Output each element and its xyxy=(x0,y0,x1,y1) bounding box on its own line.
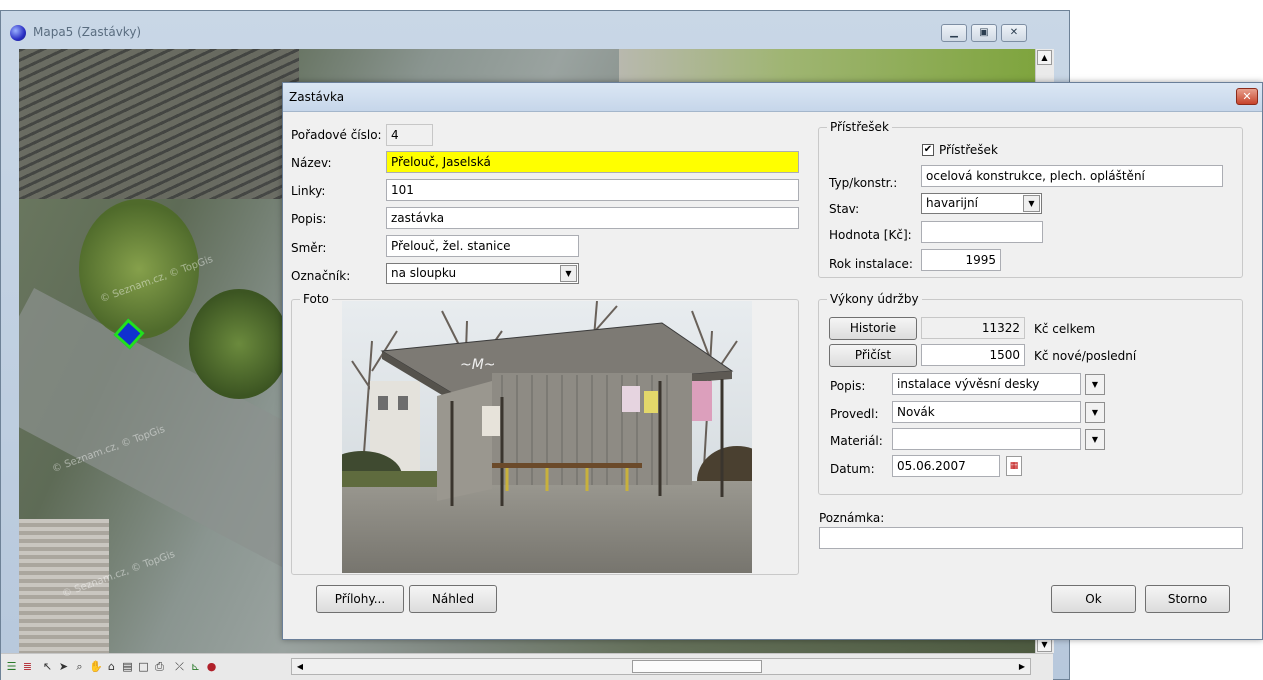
globe-app-icon xyxy=(10,25,26,41)
datum-field[interactable]: 05.06.2007 xyxy=(892,455,1000,477)
stav-select[interactable]: havarijní ▼ xyxy=(921,193,1042,214)
pan-hand-icon[interactable]: ✋ xyxy=(89,660,103,673)
poznamka-label: Poznámka: xyxy=(819,511,885,525)
dialog-titlebar[interactable]: Zastávka ✕ xyxy=(283,83,1262,112)
prilohy-button[interactable]: Přílohy... xyxy=(316,585,404,613)
udrzba-popis-label: Popis: xyxy=(830,379,866,393)
smer-field[interactable]: Přelouč, žel. stanice xyxy=(386,235,579,257)
pricist-button[interactable]: Přičíst xyxy=(829,344,917,367)
chevron-down-icon[interactable]: ▼ xyxy=(1085,402,1105,423)
bus-shelter-photo-image: ~M~ xyxy=(342,301,752,573)
material-label: Materiál: xyxy=(830,434,883,448)
oznacnik-select-value: na sloupku xyxy=(391,266,457,280)
datum-label: Datum: xyxy=(830,462,875,476)
chevron-down-icon[interactable]: ▼ xyxy=(1023,195,1040,212)
ok-button[interactable]: Ok xyxy=(1051,585,1136,613)
stav-label: Stav: xyxy=(829,202,860,216)
zoom-icon[interactable]: ⌕ xyxy=(73,660,86,673)
map-titlebar[interactable]: Mapa5 (Zastávky) ▁ ▣ ✕ xyxy=(1,11,1069,49)
map-horizontal-scrollbar[interactable]: ◀ ▶ xyxy=(291,658,1031,675)
popis-field[interactable]: zastávka xyxy=(386,207,799,229)
material-field[interactable] xyxy=(892,428,1081,450)
maximize-button[interactable]: ▣ xyxy=(971,24,997,42)
nazev-label: Název: xyxy=(291,156,332,170)
historie-unit-label: Kč celkem xyxy=(1034,322,1096,336)
marker-tool-icon[interactable]: ● xyxy=(205,660,218,673)
poradove-cislo-field: 4 xyxy=(386,124,433,146)
rok-instalace-field[interactable]: 1995 xyxy=(921,249,1001,271)
popis-label: Popis: xyxy=(291,212,327,226)
typ-label: Typ/konstr.: xyxy=(829,176,898,190)
pointer-icon[interactable]: ➤ xyxy=(57,660,70,673)
foto-legend: Foto xyxy=(300,292,332,306)
scroll-left-arrow-icon[interactable]: ◀ xyxy=(293,660,307,673)
dialog-close-button[interactable]: ✕ xyxy=(1236,88,1258,105)
nazev-field[interactable]: Přelouč, Jaselská xyxy=(386,151,799,173)
oznacnik-label: Označník: xyxy=(291,269,351,283)
pricist-unit-label: Kč nové/poslední xyxy=(1034,349,1137,363)
zastavka-dialog: Zastávka ✕ Pořadové číslo: 4 Název: Přel… xyxy=(282,82,1263,640)
poradove-cislo-label: Pořadové číslo: xyxy=(291,128,382,142)
smer-label: Směr: xyxy=(291,241,327,255)
rok-instalace-label: Rok instalace: xyxy=(829,257,913,271)
oznacnik-select[interactable]: na sloupku ▼ xyxy=(386,263,579,284)
linky-label: Linky: xyxy=(291,184,326,198)
chevron-down-icon[interactable]: ▼ xyxy=(1085,374,1105,395)
stav-select-value: havarijní xyxy=(926,196,978,210)
pristresek-checkbox-label: Přístřešek xyxy=(939,143,998,157)
map-window-title: Mapa5 (Zastávky) xyxy=(33,25,142,39)
hodnota-field[interactable] xyxy=(921,221,1043,243)
map-railway xyxy=(19,49,299,199)
label-tool-icon[interactable]: ⌂ xyxy=(105,660,118,673)
scroll-right-arrow-icon[interactable]: ▶ xyxy=(1015,660,1029,673)
scroll-up-arrow-icon[interactable]: ▲ xyxy=(1037,50,1052,65)
provedl-label: Provedl: xyxy=(830,407,879,421)
scroll-thumb[interactable] xyxy=(632,660,762,673)
bus-shelter-photo: ~M~ xyxy=(342,301,752,573)
select-arrow-icon[interactable]: ↖ xyxy=(41,660,54,673)
svg-text:~M~: ~M~ xyxy=(460,357,496,373)
hodnota-label: Hodnota [Kč]: xyxy=(829,228,912,242)
info-tool-icon[interactable]: ▤ xyxy=(121,660,134,673)
map-trees xyxy=(189,289,289,399)
linky-field[interactable]: 101 xyxy=(386,179,799,201)
map-grass-area xyxy=(619,49,1035,84)
minimize-button[interactable]: ▁ xyxy=(941,24,967,42)
udrzba-popis-field[interactable]: instalace vývěsní desky xyxy=(892,373,1081,395)
pristresek-checkbox[interactable]: ✔ xyxy=(922,144,934,156)
poznamka-field[interactable] xyxy=(819,527,1243,549)
historie-button[interactable]: Historie xyxy=(829,317,917,340)
rectangle-select-icon[interactable]: □ xyxy=(137,660,150,673)
typ-field[interactable]: ocelová konstrukce, plech. opláštění xyxy=(921,165,1223,187)
pristresek-legend: Přístřešek xyxy=(827,120,892,134)
dialog-title: Zastávka xyxy=(289,90,345,104)
provedl-field[interactable]: Novák xyxy=(892,401,1081,423)
layers-icon[interactable]: ☰ xyxy=(5,660,18,673)
print-icon[interactable]: ⎙ xyxy=(153,660,166,673)
nahled-button[interactable]: Náhled xyxy=(409,585,497,613)
calendar-icon[interactable]: ▦ xyxy=(1006,456,1022,476)
map-toolbar: ☰ ≣ ↖ ➤ ⌕ ✋ ⌂ ▤ □ ⎙ ⤫ ⊾ ● ◀ ▶ xyxy=(1,653,1053,680)
measure-icon[interactable]: ⤫ xyxy=(173,660,186,673)
vykony-udrzby-legend: Výkony údržby xyxy=(827,292,922,306)
chevron-down-icon[interactable]: ▼ xyxy=(1085,429,1105,450)
close-button[interactable]: ✕ xyxy=(1001,24,1027,42)
legend-icon[interactable]: ≣ xyxy=(21,660,34,673)
storno-button[interactable]: Storno xyxy=(1145,585,1230,613)
pricist-field[interactable]: 1500 xyxy=(921,344,1025,366)
historie-total-field: 11322 xyxy=(921,317,1025,339)
chart-icon[interactable]: ⊾ xyxy=(189,660,202,673)
chevron-down-icon[interactable]: ▼ xyxy=(560,265,577,282)
